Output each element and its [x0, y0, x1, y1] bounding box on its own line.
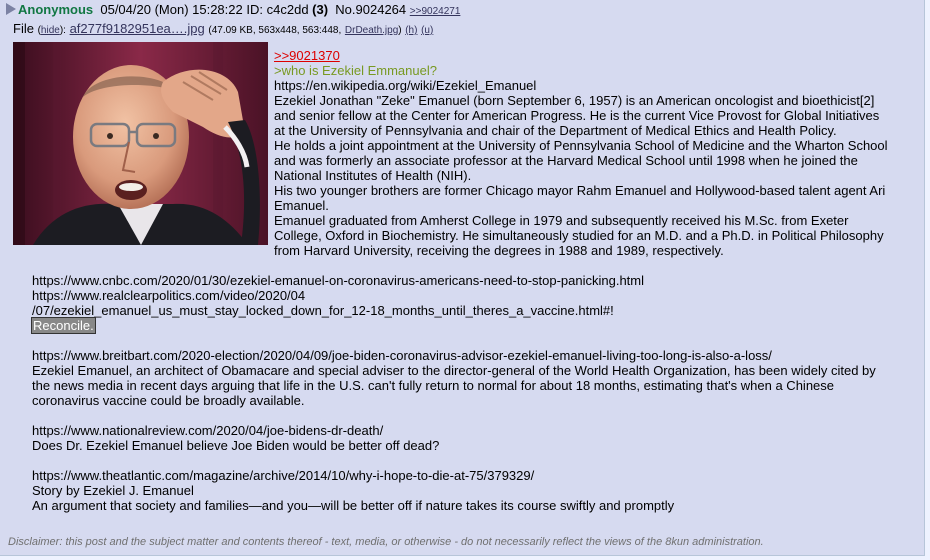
atlantic-url-text: https://www.theatlantic.com/magazine/arc…	[32, 468, 535, 483]
post-datetime: 05/04/20 (Mon) 15:28:22	[100, 2, 243, 17]
post-intro: Anonymous 05/04/20 (Mon) 15:28:22 ID: c4…	[6, 2, 460, 19]
disclaimer: Disclaimer: this post and the subject ma…	[8, 536, 764, 548]
file-info: File (hide): af277f9182951ea….jpg (47.09…	[13, 21, 434, 36]
post-container: Anonymous 05/04/20 (Mon) 15:28:22 ID: c4…	[0, 0, 925, 556]
file-label: File	[13, 21, 34, 36]
poster-id-count: (3)	[312, 2, 329, 17]
file-details: (47.09 KB, 563x448, 563:448,	[208, 25, 342, 36]
backlink[interactable]: >>9024271	[410, 6, 461, 17]
reply-reference-link[interactable]: >>9021370	[274, 48, 340, 63]
file-name-link[interactable]: af277f9182951ea….jpg	[70, 21, 205, 36]
poster-id-label: ID:	[246, 2, 263, 17]
hide-file-link[interactable]: hide	[41, 25, 60, 36]
file-h-link[interactable]: (h)	[405, 25, 417, 36]
poster-id[interactable]: c4c2dd	[267, 2, 309, 17]
atlantic-byline: Story by Ezekiel J. Emanuel	[32, 483, 194, 498]
nationalreview-paragraph: Does Dr. Ezekiel Emanuel believe Joe Bid…	[32, 438, 440, 453]
file-u-link[interactable]: (u)	[421, 25, 433, 36]
breitbart-url-text: https://www.breitbart.com/2020-election/…	[32, 348, 772, 363]
highlighted-text: Reconcile.	[31, 317, 96, 334]
breitbart-paragraph: Ezekiel Emanuel, an architect of Obamaca…	[32, 363, 876, 408]
atlantic-subtitle: An argument that society and families—an…	[32, 498, 675, 513]
poster-name: Anonymous	[18, 2, 94, 17]
file-original-name[interactable]: DrDeath.jpg	[345, 25, 398, 36]
rcp-url-text-1: https://www.realclearpolitics.com/video/…	[32, 288, 306, 303]
post-number[interactable]: No.9024264	[335, 2, 406, 17]
cnbc-url-text: https://www.cnbc.com/2020/01/30/ezekiel-…	[32, 273, 645, 288]
post-menu-arrow-icon[interactable]	[6, 3, 16, 15]
rcp-url-text-2: /07/ezekiel_emanuel_us_must_stay_locked_…	[32, 303, 614, 318]
nationalreview-url-text: https://www.nationalreview.com/2020/04/j…	[32, 423, 384, 438]
post-body: >>9021370 >who is Ezekiel Emmanuel? http…	[31, 48, 892, 513]
